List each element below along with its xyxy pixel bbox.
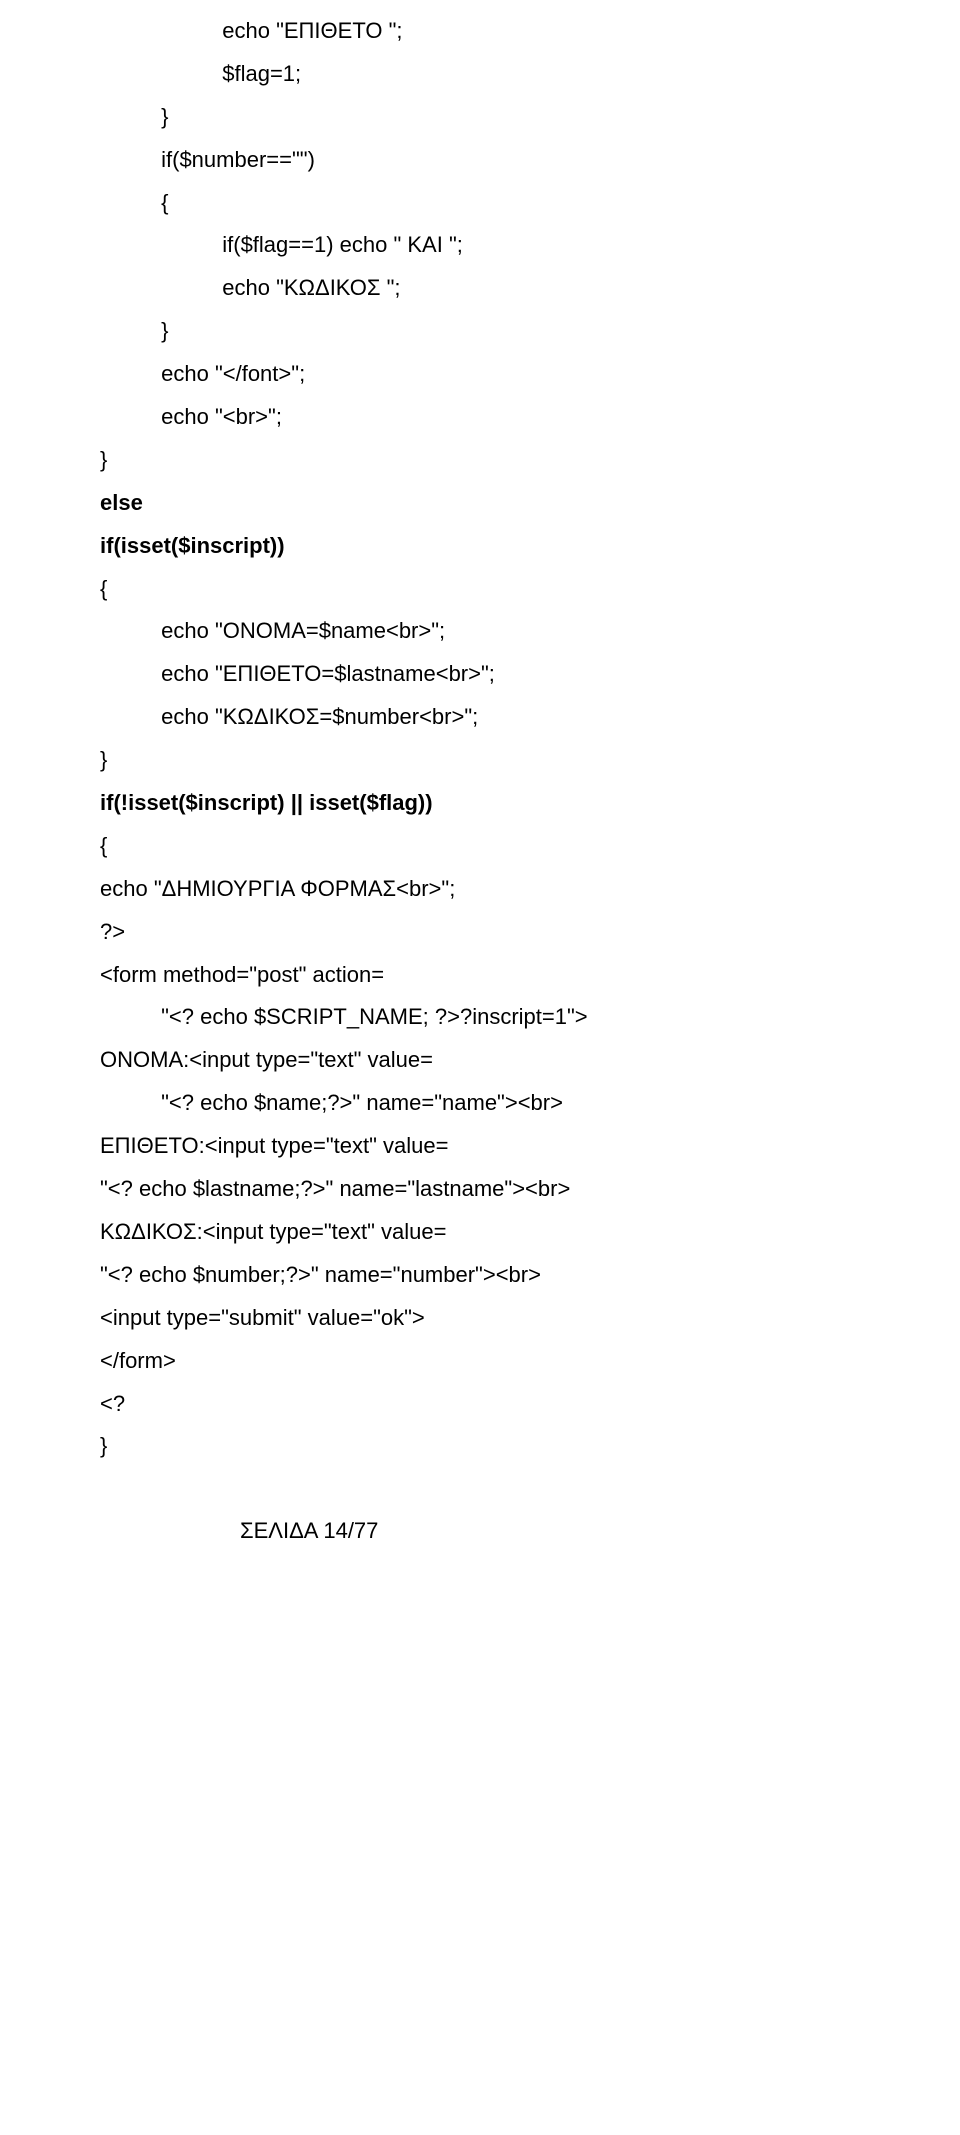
code-line: if($number=="")	[100, 139, 860, 182]
code-line: ΕΠΙΘΕΤΟ:<input type="text" value=	[100, 1125, 860, 1168]
code-line: "<? echo $name;?>" name="name"><br>	[100, 1082, 860, 1125]
code-line: echo "ΟΝΟΜΑ=$name<br>";	[100, 610, 860, 653]
code-line: {	[100, 568, 860, 611]
code-line: echo "ΚΩΔΙΚΟΣ ";	[100, 267, 860, 310]
code-line: ΚΩΔΙΚΟΣ:<input type="text" value=	[100, 1211, 860, 1254]
code-line: "<? echo $SCRIPT_NAME; ?>?inscript=1">	[100, 996, 860, 1039]
code-line: echo "ΕΠΙΘΕΤΟ ";	[100, 10, 860, 53]
code-line: }	[100, 439, 860, 482]
code-line: echo "ΕΠΙΘΕΤΟ=$lastname<br>";	[100, 653, 860, 696]
code-line: }	[100, 310, 860, 353]
code-line: <input type="submit" value="ok">	[100, 1297, 860, 1340]
code-line: $flag=1;	[100, 53, 860, 96]
code-line: </form>	[100, 1340, 860, 1383]
code-line: "<? echo $lastname;?>" name="lastname"><…	[100, 1168, 860, 1211]
code-line: }	[100, 96, 860, 139]
code-line: echo "</font>";	[100, 353, 860, 396]
code-line: }	[100, 1425, 860, 1468]
code-line: ΟΝΟΜΑ:<input type="text" value=	[100, 1039, 860, 1082]
code-line: if(isset($inscript))	[100, 525, 860, 568]
page-footer: ΣΕΛΙΔΑ 14/77	[100, 1510, 860, 1553]
code-line: {	[100, 182, 860, 225]
code-line: ?>	[100, 911, 860, 954]
code-line: "<? echo $number;?>" name="number"><br>	[100, 1254, 860, 1297]
code-line: echo "<br>";	[100, 396, 860, 439]
code-line: if($flag==1) echo " ΚΑΙ ";	[100, 224, 860, 267]
document-page: echo "ΕΠΙΘΕΤΟ "; $flag=1; } if($number==…	[0, 0, 960, 1593]
code-line: }	[100, 739, 860, 782]
code-line: if(!isset($inscript) || isset($flag))	[100, 782, 860, 825]
code-line: <form method="post" action=	[100, 954, 860, 997]
code-block: echo "ΕΠΙΘΕΤΟ "; $flag=1; } if($number==…	[100, 10, 860, 1468]
code-line: <?	[100, 1383, 860, 1426]
code-line: echo "ΚΩΔΙΚΟΣ=$number<br>";	[100, 696, 860, 739]
code-line: echo "ΔΗΜΙΟΥΡΓΙΑ ΦΟΡΜΑΣ<br>";	[100, 868, 860, 911]
code-line: {	[100, 825, 860, 868]
code-line: else	[100, 482, 860, 525]
